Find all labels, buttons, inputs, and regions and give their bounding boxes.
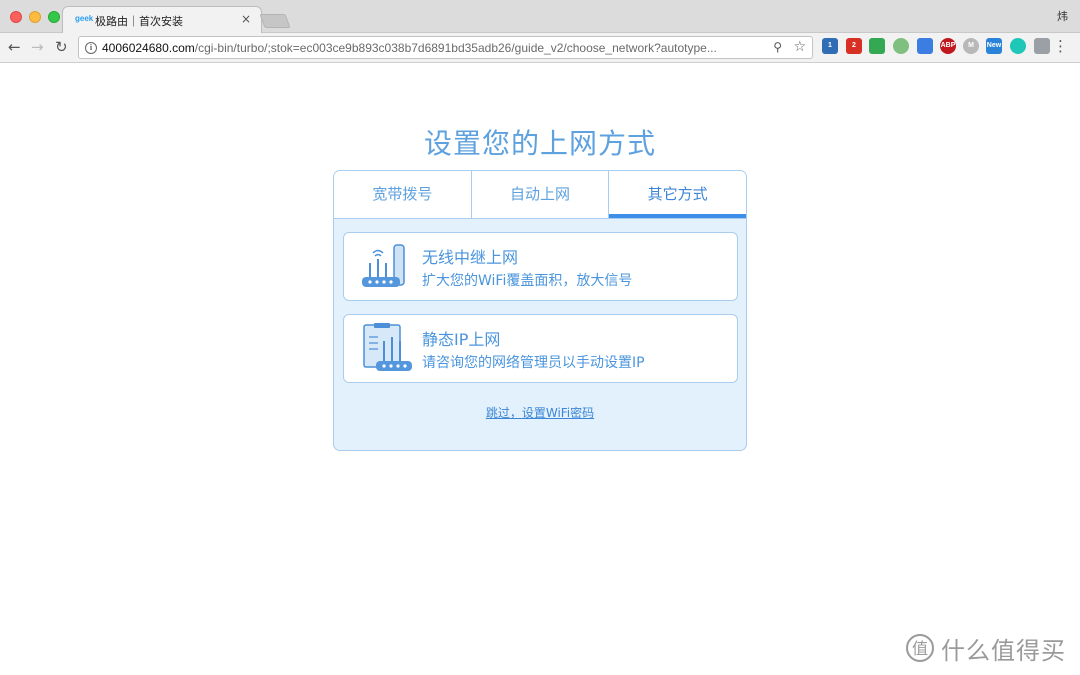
minimize-window-button[interactable] [29, 11, 41, 23]
bird-ext-icon[interactable] [1034, 38, 1050, 54]
network-tabs: 宽带拨号 自动上网 其它方式 [334, 171, 746, 219]
tab-dhcp[interactable]: 自动上网 [472, 171, 610, 218]
circle-ext-icon[interactable] [893, 38, 909, 54]
google-drive-icon[interactable] [869, 38, 885, 54]
wireless-repeater-option[interactable]: 无线中继上网 扩大您的WiFi覆盖面积，放大信号 [343, 232, 738, 301]
static-ip-title: 静态IP上网 [422, 330, 501, 349]
maximize-window-button[interactable] [48, 11, 60, 23]
page-title: 设置您的上网方式 [423, 127, 656, 160]
key-icon[interactable]: ⚲ [773, 40, 782, 54]
gmail-icon[interactable]: 2 [846, 38, 862, 54]
network-mode-panel: 宽带拨号 自动上网 其它方式 无线中继上网 扩大您的WiFi覆盖面积，放大信号 [333, 170, 747, 451]
bookmark-star-icon[interactable]: ☆ [793, 39, 806, 55]
tab-other[interactable]: 其它方式 [609, 171, 746, 218]
url-path: /cgi-bin/turbo/;stok=ec003ce9b893c038b7d… [194, 41, 717, 55]
url-text[interactable]: 4006024680.com/cgi-bin/turbo/;stok=ec003… [102, 41, 757, 55]
tab-pppoe[interactable]: 宽带拨号 [334, 171, 472, 218]
adblock-icon[interactable]: ABP [940, 38, 956, 54]
geek-favicon-icon: geek [75, 14, 94, 23]
wireless-router-icon [362, 244, 405, 287]
static-ip-router-icon [363, 323, 412, 371]
site-info-icon[interactable]: i [85, 42, 97, 54]
wireless-repeater-title: 无线中继上网 [422, 248, 519, 267]
watermark-text: 什么值得买 [941, 636, 1066, 665]
profile-name[interactable]: 炜 [1057, 8, 1068, 24]
tab-close-icon[interactable]: × [241, 12, 251, 26]
tab-title: 极路由｜首次安装 [95, 15, 183, 28]
new-tab-button[interactable] [259, 14, 291, 28]
svg-text:值: 值 [912, 639, 928, 658]
static-ip-desc: 请咨询您的网络管理员以手动设置IP [422, 355, 645, 371]
skip-set-wifi-password-link[interactable]: 跳过，设置WiFi密码 [334, 404, 746, 421]
reload-icon[interactable]: ↻ [55, 38, 68, 56]
close-window-button[interactable] [10, 11, 22, 23]
browser-titlebar: geek 极路由｜首次安装 × 炜 [0, 0, 1080, 33]
back-arrow-icon[interactable]: ← [8, 38, 21, 56]
browser-menu-icon[interactable]: ⋮ [1053, 37, 1068, 55]
blue-square-ext-icon[interactable] [917, 38, 933, 54]
browser-tab-active[interactable]: geek 极路由｜首次安装 × [62, 6, 262, 33]
new-ext-icon[interactable]: New [986, 38, 1002, 54]
smzdm-logo-icon: 值 [906, 634, 934, 662]
teal-ext-icon[interactable] [1010, 38, 1026, 54]
url-host: 4006024680.com [102, 41, 195, 55]
wireless-repeater-desc: 扩大您的WiFi覆盖面积，放大信号 [422, 273, 633, 289]
address-bar[interactable]: i 4006024680.com/cgi-bin/turbo/;stok=ec0… [78, 36, 813, 59]
m-ext-icon[interactable]: M [963, 38, 979, 54]
extension-blue-icon[interactable]: 1 [822, 38, 838, 54]
watermark: 值 什么值得买 [905, 631, 1066, 665]
forward-arrow-icon[interactable]: → [31, 38, 44, 56]
static-ip-option[interactable]: 静态IP上网 请咨询您的网络管理员以手动设置IP [343, 314, 738, 383]
